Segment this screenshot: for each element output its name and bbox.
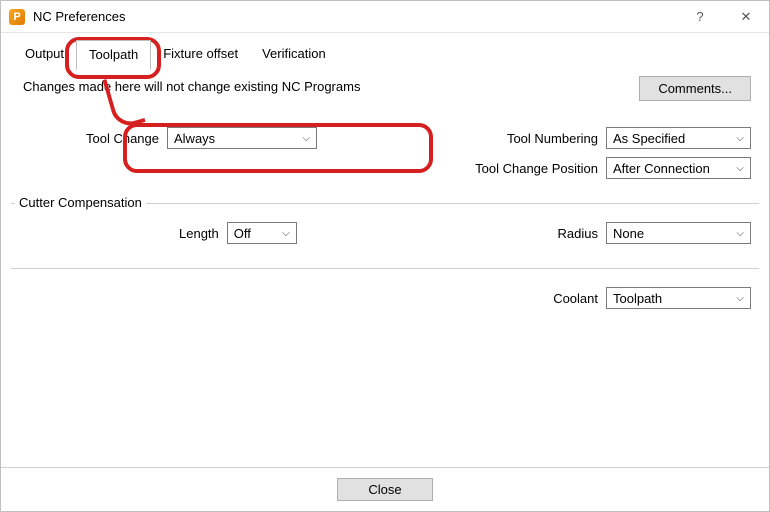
- tool-change-select[interactable]: Always ⌵: [167, 127, 317, 149]
- footer: Close: [1, 467, 769, 511]
- coolant-select[interactable]: Toolpath ⌵: [606, 287, 751, 309]
- cutter-compensation-title: Cutter Compensation: [15, 195, 146, 210]
- tool-change-value: Always: [174, 131, 215, 146]
- cutter-compensation-group: Cutter Compensation Length Off ⌵ Radius …: [11, 203, 759, 262]
- tool-change-position-value: After Connection: [613, 161, 710, 176]
- window-close-button[interactable]: ✕: [723, 1, 769, 32]
- chevron-down-icon: ⌵: [302, 133, 310, 144]
- window-title: NC Preferences: [33, 9, 677, 24]
- tab-verification[interactable]: Verification: [250, 40, 338, 70]
- radius-select[interactable]: None ⌵: [606, 222, 751, 244]
- chevron-down-icon: ⌵: [736, 133, 744, 144]
- chevron-down-icon: ⌵: [282, 228, 290, 239]
- nc-preferences-dialog: P NC Preferences ? ✕ Output Toolpath Fix…: [0, 0, 770, 512]
- content-area: Output Toolpath Fixture offset Verificat…: [1, 33, 769, 467]
- tool-numbering-label: Tool Numbering: [458, 131, 598, 146]
- radius-value: None: [613, 226, 644, 241]
- radius-label: Radius: [558, 226, 598, 241]
- help-button[interactable]: ?: [677, 1, 723, 32]
- tool-change-position-select[interactable]: After Connection ⌵: [606, 157, 751, 179]
- chevron-down-icon: ⌵: [736, 293, 744, 304]
- tab-toolpath[interactable]: Toolpath: [76, 40, 151, 70]
- tool-numbering-value: As Specified: [613, 131, 685, 146]
- close-button[interactable]: Close: [337, 478, 432, 501]
- comments-button[interactable]: Comments...: [639, 76, 751, 101]
- titlebar: P NC Preferences ? ✕: [1, 1, 769, 33]
- coolant-group: Coolant Toolpath ⌵: [11, 268, 759, 327]
- tool-change-position-label: Tool Change Position: [458, 161, 598, 176]
- app-icon: P: [9, 9, 25, 25]
- coolant-value: Toolpath: [613, 291, 662, 306]
- length-value: Off: [234, 226, 251, 241]
- tool-change-label: Tool Change: [19, 131, 159, 146]
- tab-fixture-offset[interactable]: Fixture offset: [151, 40, 250, 70]
- chevron-down-icon: ⌵: [736, 163, 744, 174]
- length-label: Length: [179, 226, 219, 241]
- tab-bar: Output Toolpath Fixture offset Verificat…: [13, 39, 759, 69]
- tool-numbering-select[interactable]: As Specified ⌵: [606, 127, 751, 149]
- tab-output[interactable]: Output: [13, 40, 76, 70]
- chevron-down-icon: ⌵: [736, 228, 744, 239]
- length-select[interactable]: Off ⌵: [227, 222, 297, 244]
- tool-change-group: Tool Change Always ⌵ Tool Numbering As S…: [11, 115, 759, 197]
- coolant-label: Coolant: [553, 291, 598, 306]
